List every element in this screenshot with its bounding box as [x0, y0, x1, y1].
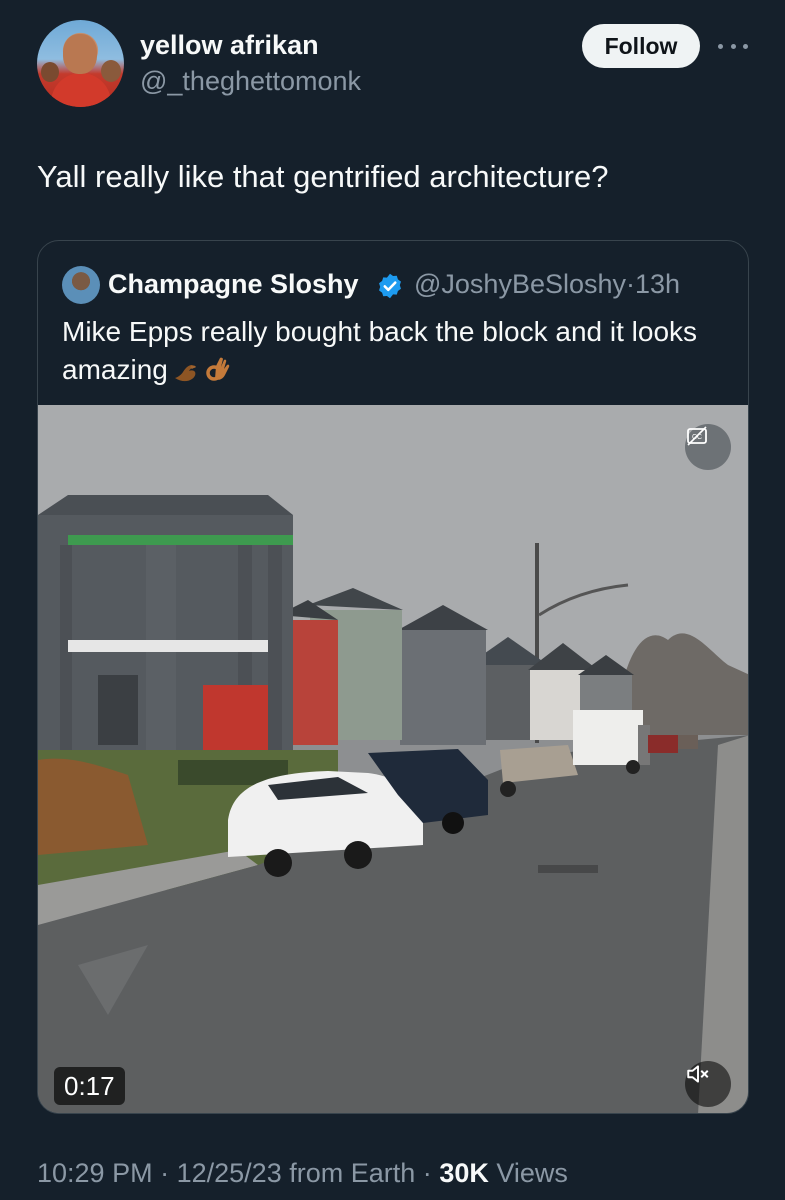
meta-separator: · — [160, 1158, 170, 1188]
author-display-name[interactable]: yellow afrikan — [140, 30, 319, 61]
ok-hand-emoji — [206, 357, 230, 381]
avatar-figure — [51, 73, 111, 107]
tweet-source: from Earth — [289, 1158, 416, 1188]
captions-icon: CC — [687, 426, 707, 446]
quoted-author-avatar[interactable] — [62, 266, 100, 304]
video-player[interactable]: CC 0:17 — [38, 405, 748, 1113]
avatar-figure — [101, 60, 121, 82]
tweet-text: Yall really like that gentrified archite… — [37, 159, 609, 194]
quoted-text-body: Mike Epps really bought back the block a… — [62, 316, 698, 385]
video-frame — [38, 405, 748, 1113]
quoted-author-meta[interactable]: @JoshyBeSloshy·13h — [414, 269, 680, 300]
muted-speaker-icon — [687, 1065, 709, 1083]
captions-button[interactable]: CC — [685, 424, 731, 470]
views-label: Views — [496, 1158, 568, 1188]
quoted-author-handle[interactable]: @JoshyBeSloshy — [414, 269, 626, 299]
tweet-date[interactable]: 12/25/23 — [177, 1158, 282, 1188]
quoted-tweet[interactable]: Champagne Sloshy @JoshyBeSloshy·13h Mike… — [37, 240, 749, 1114]
video-duration: 0:17 — [54, 1067, 125, 1105]
avatar-figure — [41, 62, 59, 82]
mute-button[interactable] — [685, 1061, 731, 1107]
author-avatar[interactable] — [37, 20, 124, 107]
follow-button[interactable]: Follow — [582, 24, 700, 68]
views-count[interactable]: 30K — [439, 1158, 489, 1188]
tweet-time[interactable]: 10:29 PM — [37, 1158, 153, 1188]
quoted-author-display-name[interactable]: Champagne Sloshy — [108, 269, 359, 300]
quoted-time[interactable]: 13h — [635, 269, 680, 299]
pinching-hand-emoji — [174, 365, 196, 382]
tweet-metadata: 10:29 PM · 12/25/23 from Earth · 30K Vie… — [37, 1158, 568, 1189]
meta-separator: · — [626, 269, 636, 299]
more-options-icon[interactable] — [718, 32, 748, 60]
quoted-tweet-text: Mike Epps really bought back the block a… — [62, 313, 712, 389]
meta-separator: · — [422, 1158, 432, 1188]
avatar-figure — [63, 34, 97, 74]
author-handle[interactable]: @_theghettomonk — [140, 66, 361, 97]
verified-badge-icon — [379, 273, 401, 299]
